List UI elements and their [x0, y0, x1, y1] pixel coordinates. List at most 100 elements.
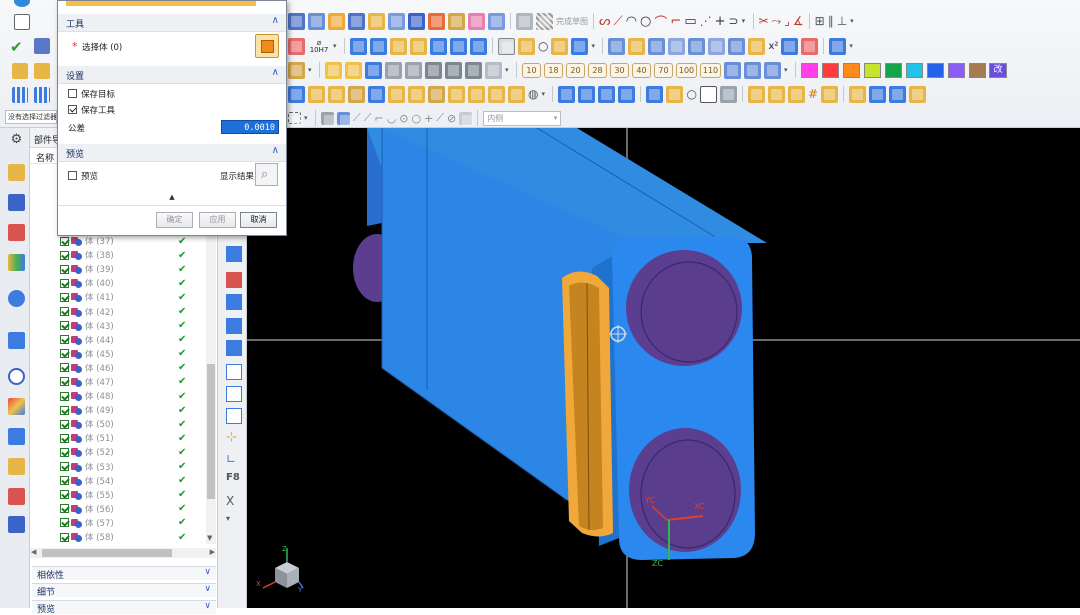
hole-icon[interactable]	[348, 12, 365, 30]
paint-bucket-icon[interactable]	[226, 272, 242, 288]
snap-arc-icon[interactable]: ◡	[387, 112, 397, 125]
details-panel-header[interactable]: 细节 ∨	[32, 583, 216, 598]
visibility-checkbox[interactable]	[60, 532, 69, 542]
history-icon[interactable]	[8, 332, 25, 349]
dropdown-arrow-icon[interactable]: ▾	[591, 42, 597, 50]
visibility-checkbox[interactable]	[60, 518, 69, 528]
snap-control-icon[interactable]: ⌐	[374, 112, 383, 125]
visibility-checkbox[interactable]	[60, 250, 69, 260]
visibility-checkbox[interactable]	[60, 504, 69, 514]
studio-spline-icon[interactable]: ᔕ	[599, 14, 611, 29]
wave-link-icon[interactable]	[350, 37, 367, 55]
dropdown-arrow-icon[interactable]: ▾	[333, 42, 339, 50]
part-navigator-tab-icon[interactable]	[8, 164, 25, 181]
camera-icon[interactable]	[425, 61, 442, 79]
snap-scope-select[interactable]: 内侧 ▾	[483, 110, 562, 126]
trim-body-icon[interactable]	[470, 37, 487, 55]
visibility-checkbox[interactable]	[60, 236, 69, 246]
calculator-icon[interactable]	[498, 37, 515, 55]
scroll-down-icon[interactable]: ▼	[207, 534, 212, 542]
color-swatch[interactable]	[927, 62, 944, 78]
bridge-icon[interactable]	[578, 85, 596, 103]
preset-40[interactable]: 40	[632, 62, 651, 78]
visibility-checkbox[interactable]	[60, 363, 69, 373]
function-key-icon[interactable]: F8	[226, 472, 242, 488]
frame-icon[interactable]	[368, 85, 385, 103]
preset-28[interactable]: 28	[588, 62, 607, 78]
color-swatch[interactable]	[843, 62, 860, 78]
lines-icon[interactable]	[889, 85, 907, 103]
select-box-icon[interactable]	[288, 112, 303, 127]
select-body-button[interactable]	[255, 34, 279, 58]
chamfer-icon[interactable]	[648, 37, 666, 55]
export-icon[interactable]	[385, 61, 402, 79]
visibility-checkbox[interactable]	[60, 292, 69, 302]
snap-on-curve-icon[interactable]: ⟋	[436, 111, 444, 125]
corner-icon[interactable]	[646, 85, 664, 103]
arc-icon[interactable]: ◠	[626, 14, 637, 29]
visibility-checkbox[interactable]	[60, 447, 69, 457]
select-body-label[interactable]: 选择体 (0)	[82, 41, 122, 53]
graphics-viewport[interactable]: XC YC ZC Z X Y	[247, 128, 1080, 608]
finish-sketch-icon[interactable]	[516, 12, 533, 30]
shape-icon[interactable]	[226, 364, 242, 380]
horizontal-scrollbar[interactable]: ◀ ▶	[30, 548, 216, 558]
cylinder-icon[interactable]	[428, 12, 445, 30]
dropdown-arrow-icon[interactable]: ▾	[304, 114, 310, 122]
tree-row[interactable]: 体 (54) ✔	[30, 474, 206, 488]
tree-row[interactable]: 体 (48) ✔	[30, 389, 206, 403]
thread-icon[interactable]	[488, 85, 505, 103]
bend-icon[interactable]	[226, 340, 242, 356]
system-scenes-icon[interactable]	[8, 458, 25, 475]
mirror-icon[interactable]	[708, 37, 726, 55]
new-sketch-icon[interactable]	[14, 14, 30, 30]
pocket-icon[interactable]	[388, 12, 405, 30]
shell-icon[interactable]	[668, 37, 686, 55]
preset-18[interactable]: 18	[544, 62, 563, 78]
sphere-icon[interactable]	[468, 12, 485, 30]
offset-face-icon[interactable]	[34, 63, 50, 79]
tree-row[interactable]: 体 (56) ✔	[30, 502, 206, 516]
preset-30[interactable]: 30	[610, 62, 629, 78]
datum-axis-icon[interactable]	[571, 37, 589, 55]
measure-distance-icon[interactable]	[465, 61, 482, 79]
ruler-icon[interactable]	[288, 61, 305, 79]
fillet-curve-icon[interactable]: ⌒	[654, 12, 667, 31]
dropdown-arrow-icon[interactable]: ▾	[308, 66, 314, 74]
perpendicular-constraint-icon[interactable]: ⊥	[837, 14, 847, 28]
square-tool-icon[interactable]	[699, 85, 717, 103]
dart-icon[interactable]	[468, 85, 485, 103]
snap-solid-icon[interactable]	[321, 111, 335, 126]
cube-outline-icon[interactable]	[226, 408, 242, 424]
feature-ops-icon[interactable]	[288, 37, 305, 55]
dropdown-arrow-icon[interactable]: ▾	[541, 90, 547, 98]
brush-icon[interactable]	[226, 246, 242, 262]
preview-panel-header[interactable]: 预览 ∨	[32, 600, 216, 615]
stretch-icon[interactable]	[558, 85, 576, 103]
punch-icon[interactable]	[328, 85, 345, 103]
edit-color-button[interactable]: 改	[989, 62, 1007, 78]
label-icon[interactable]	[508, 85, 525, 103]
chamfer-curve-icon[interactable]: ⌐	[670, 14, 681, 29]
pattern-icon[interactable]	[728, 37, 746, 55]
boss-icon[interactable]	[368, 12, 385, 30]
wrap-icon[interactable]	[719, 85, 737, 103]
polyline-icon[interactable]: ⋰	[700, 14, 712, 28]
bars-icon[interactable]	[869, 85, 887, 103]
color-swatch[interactable]	[948, 62, 965, 78]
datum-plane-icon[interactable]	[551, 37, 569, 55]
dimension-icon[interactable]: ⊞	[815, 14, 825, 28]
assembly-navigator-icon[interactable]	[8, 194, 25, 211]
save-icon[interactable]	[365, 61, 382, 79]
tree-row[interactable]: 体 (39) ✔	[30, 262, 206, 276]
groove-icon[interactable]	[408, 85, 425, 103]
visibility-checkbox[interactable]	[60, 321, 69, 331]
move-face-icon[interactable]	[12, 63, 28, 79]
visibility-checkbox[interactable]	[60, 335, 69, 345]
dropdown-arrow-icon[interactable]: ▾	[850, 17, 856, 25]
snap-center-icon[interactable]: ⊙	[399, 112, 408, 125]
model-canvas[interactable]: XC YC ZC Z X Y	[247, 128, 1080, 608]
tree-row[interactable]: 体 (37) ✔	[30, 234, 206, 248]
show-result-button[interactable]: ⌕	[255, 163, 278, 186]
tri-icon[interactable]	[767, 85, 785, 103]
